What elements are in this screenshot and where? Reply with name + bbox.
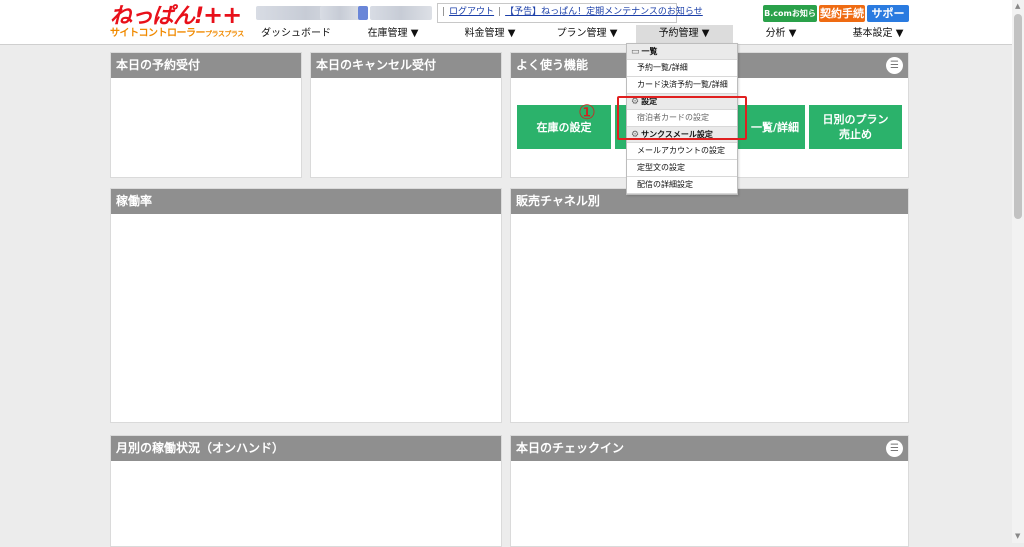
panel-today-cancellations: 本日のキャンセル受付 (310, 52, 502, 178)
redacted-user-name (370, 6, 432, 20)
nav-analysis[interactable]: 分析 ▼ (733, 25, 830, 43)
logo-subtitle-text: サイトコントローラー (110, 28, 206, 39)
panel-title: 月別の稼働状況（オンハンド） (111, 436, 501, 461)
header: ねっぱん!++ サイトコントローラープラスプラス | ログアウト | 【予告】ねっぱん… (0, 0, 1012, 45)
bcom-notice-button[interactable]: B.comお知らせ (763, 5, 817, 35)
button-label: 一覧/詳細 (750, 120, 799, 134)
menu-item-delivery-detail-settings[interactable]: 配信の詳細設定 (627, 177, 737, 194)
panel-title: 本日のキャンセル受付 (311, 53, 501, 78)
support-button[interactable]: サポート (867, 5, 909, 37)
logo-subtitle: サイトコントローラープラスプラス (110, 28, 244, 40)
logo-plus: ++ (203, 1, 242, 29)
list-menu-icon[interactable]: ☰ (886, 57, 903, 74)
panel-title: 稼働率 (111, 189, 501, 214)
annotation-number: ① (578, 100, 596, 124)
panel-title: 本日のチェックイン (516, 441, 625, 455)
panel-sales-channel: 販売チャネル別 (510, 188, 909, 423)
panel-title-container: 本日のチェックイン ☰ (511, 436, 908, 461)
contract-button[interactable]: 契約手続 (819, 5, 865, 22)
dropdown-section-list: ▭ 一覧 (627, 44, 737, 60)
panel-title: 本日の予約受付 (111, 53, 301, 78)
list-menu-icon[interactable]: ☰ (886, 440, 903, 457)
nav-pricing[interactable]: 料金管理 ▼ (442, 25, 539, 43)
logo-subtitle-small: プラスプラス (205, 30, 244, 38)
section-label: 一覧 (641, 47, 658, 56)
fav-daily-plan-stop-button[interactable]: 日別のプラン 売止め (809, 105, 902, 149)
fav-inventory-settings-button[interactable]: 在庫の設定 (517, 105, 611, 149)
button-label-line1: 日別のプラン (822, 113, 889, 126)
redacted-text (320, 6, 360, 20)
button-label-line2: 売止め (839, 128, 872, 141)
panel-occupancy: 稼働率 (110, 188, 502, 423)
nav-dashboard[interactable]: ダッシュボード (248, 25, 345, 43)
main-nav: ダッシュボード 在庫管理 ▼ 料金管理 ▼ プラン管理 ▼ 予約管理 ▼ 分析 … (248, 25, 927, 43)
logo[interactable]: ねっぱん!++ (110, 1, 242, 30)
menu-item-reservation-list[interactable]: 予約一覧/詳細 (627, 60, 737, 77)
panel-title: よく使う機能 (516, 58, 589, 72)
highlight-box (617, 96, 747, 140)
maintenance-notice-link[interactable]: 【予告】ねっぱん！定期メンテナンスのお知らせ (505, 7, 703, 17)
scroll-up-icon[interactable]: ▲ (1015, 2, 1020, 10)
separator: | (442, 7, 446, 17)
logout-link[interactable]: ログアウト (449, 7, 494, 17)
nav-inventory[interactable]: 在庫管理 ▼ (345, 25, 442, 43)
nav-reservations[interactable]: 予約管理 ▼ (636, 25, 733, 43)
panel-today-checkin: 本日のチェックイン ☰ (510, 435, 909, 547)
vertical-scrollbar[interactable]: ▲ ▼ (1012, 0, 1024, 543)
nav-basic-settings[interactable]: 基本設定 ▼ (830, 25, 927, 43)
scroll-thumb[interactable] (1014, 14, 1022, 219)
logo-text: ねっぱん! (110, 4, 204, 29)
panel-monthly-occupancy: 月別の稼働状況（オンハンド） (110, 435, 502, 547)
redacted-text-highlight (358, 6, 368, 20)
separator: | (498, 7, 502, 17)
nav-plans[interactable]: プラン管理 ▼ (539, 25, 636, 43)
monitor-icon: ▭ (631, 47, 640, 57)
scroll-down-icon[interactable]: ▼ (1015, 532, 1020, 540)
panel-today-reservations: 本日の予約受付 (110, 52, 302, 178)
menu-item-template-settings[interactable]: 定型文の設定 (627, 160, 737, 177)
menu-item-card-reservation-list[interactable]: カード決済予約一覧/詳細 (627, 77, 737, 94)
menu-item-mail-account-settings[interactable]: メールアカウントの設定 (627, 143, 737, 160)
top-links: | ログアウト | 【予告】ねっぱん！定期メンテナンスのお知らせ (438, 5, 703, 19)
